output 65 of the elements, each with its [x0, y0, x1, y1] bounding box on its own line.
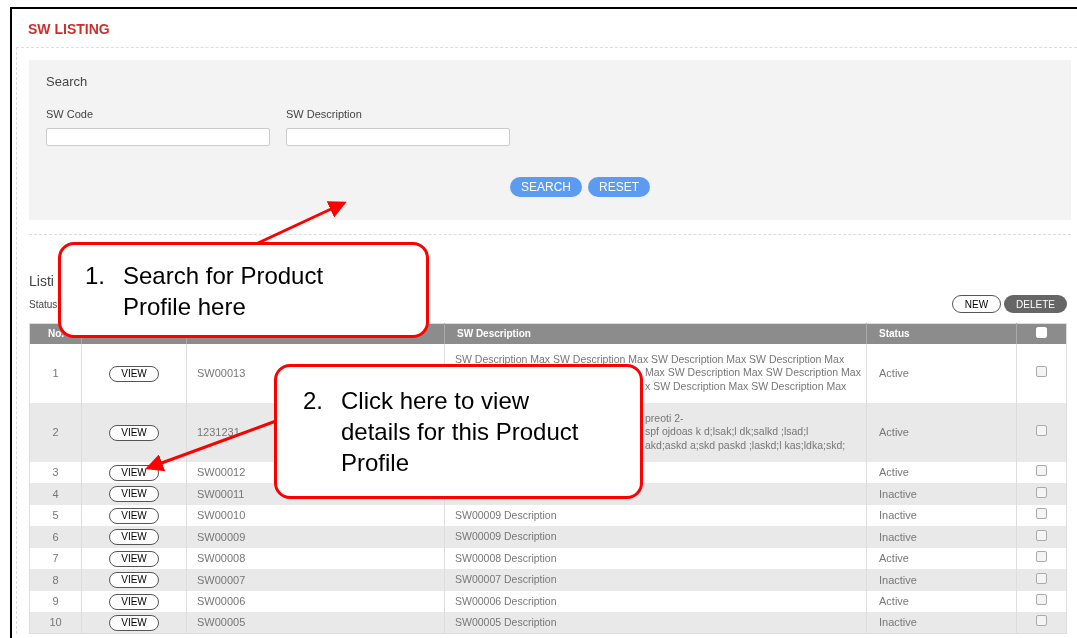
description-text: SW00009 Description: [455, 530, 558, 544]
view-button[interactable]: VIEW: [109, 550, 159, 567]
description-text: spf ojdoas k d;lsak;l dk;salkd ;lsad;l: [645, 425, 809, 438]
checkbox[interactable]: [1036, 424, 1047, 436]
view-button[interactable]: VIEW: [109, 507, 159, 524]
view-button[interactable]: VIEW: [109, 464, 159, 481]
description-text: SW00006 Description: [455, 594, 558, 608]
view-button[interactable]: VIEW: [109, 593, 159, 610]
delete-button[interactable]: DELETE: [1004, 295, 1067, 313]
table-cell: Inactive: [866, 483, 1017, 505]
description-text: Max SW Description Max SW Description Max: [645, 366, 861, 379]
input-field[interactable]: [286, 128, 510, 146]
listing-heading: Listi: [29, 273, 54, 289]
checkbox[interactable]: [1036, 465, 1047, 476]
field-label: SW Code: [46, 106, 94, 122]
callout-number: 1.: [85, 261, 106, 291]
status-label: Status: [29, 297, 58, 312]
table-cell: Inactive: [866, 569, 1017, 591]
table-cell: SW00007: [186, 569, 445, 591]
checkbox[interactable]: [1036, 594, 1047, 605]
column-header: Status: [866, 323, 1017, 344]
table-cell: Active: [866, 402, 1017, 462]
table-cell: 5: [29, 504, 82, 526]
checkbox[interactable]: [1036, 508, 1047, 519]
table-cell: 2: [29, 402, 82, 462]
table-cell: 8: [29, 569, 82, 591]
table-cell: 7: [29, 547, 82, 569]
new-button[interactable]: NEW: [951, 295, 1002, 313]
table-cell: 6: [29, 526, 82, 548]
description-text: akd;askd a;skd paskd ;laskd;l kas;ldka;skd;: [645, 438, 846, 451]
checkbox[interactable]: [1036, 486, 1047, 498]
table-cell: SW00009: [186, 526, 445, 548]
table-cell: Inactive: [866, 526, 1017, 548]
view-button[interactable]: VIEW: [109, 365, 159, 382]
view-button[interactable]: VIEW: [109, 529, 159, 546]
input-field[interactable]: [46, 128, 270, 146]
table-cell: 10: [29, 612, 82, 634]
table-cell: 9: [29, 590, 82, 612]
table-cell: 4: [29, 483, 82, 505]
view-button[interactable]: VIEW: [109, 424, 159, 441]
table-cell: 3: [29, 461, 82, 483]
description-text: preoti 2-: [645, 411, 684, 424]
search-heading: Search: [46, 73, 88, 91]
description-text: SW00008 Description: [455, 551, 558, 565]
description-text: SW00005 Description: [455, 615, 558, 630]
checkbox[interactable]: [1036, 572, 1047, 584]
table-cell: Inactive: [866, 612, 1017, 634]
field-label: SW Description: [286, 106, 362, 122]
description-text: SW00009 Description: [455, 508, 558, 522]
checkbox[interactable]: [1036, 551, 1047, 562]
checkbox[interactable]: [1036, 529, 1047, 541]
view-button[interactable]: VIEW: [109, 572, 159, 589]
description-text: x SW Description Max SW Description Max: [645, 379, 847, 392]
view-button[interactable]: VIEW: [109, 615, 159, 631]
checkbox[interactable]: [1036, 615, 1047, 627]
column-header: SW Description: [444, 323, 867, 344]
callout-text: Search for Product Profile here: [123, 261, 325, 322]
page-title: SW LISTING: [28, 21, 110, 37]
table-cell: SW00005: [186, 612, 445, 634]
checkbox[interactable]: [1036, 365, 1047, 377]
table-cell: 1: [29, 343, 82, 403]
description-text: SW00007 Description: [455, 573, 558, 587]
view-button[interactable]: VIEW: [109, 486, 159, 503]
description-text: SW Description Max SW Description Max SW Description Max SW Description Max: [455, 352, 846, 367]
table-cell: Active: [866, 343, 1017, 403]
